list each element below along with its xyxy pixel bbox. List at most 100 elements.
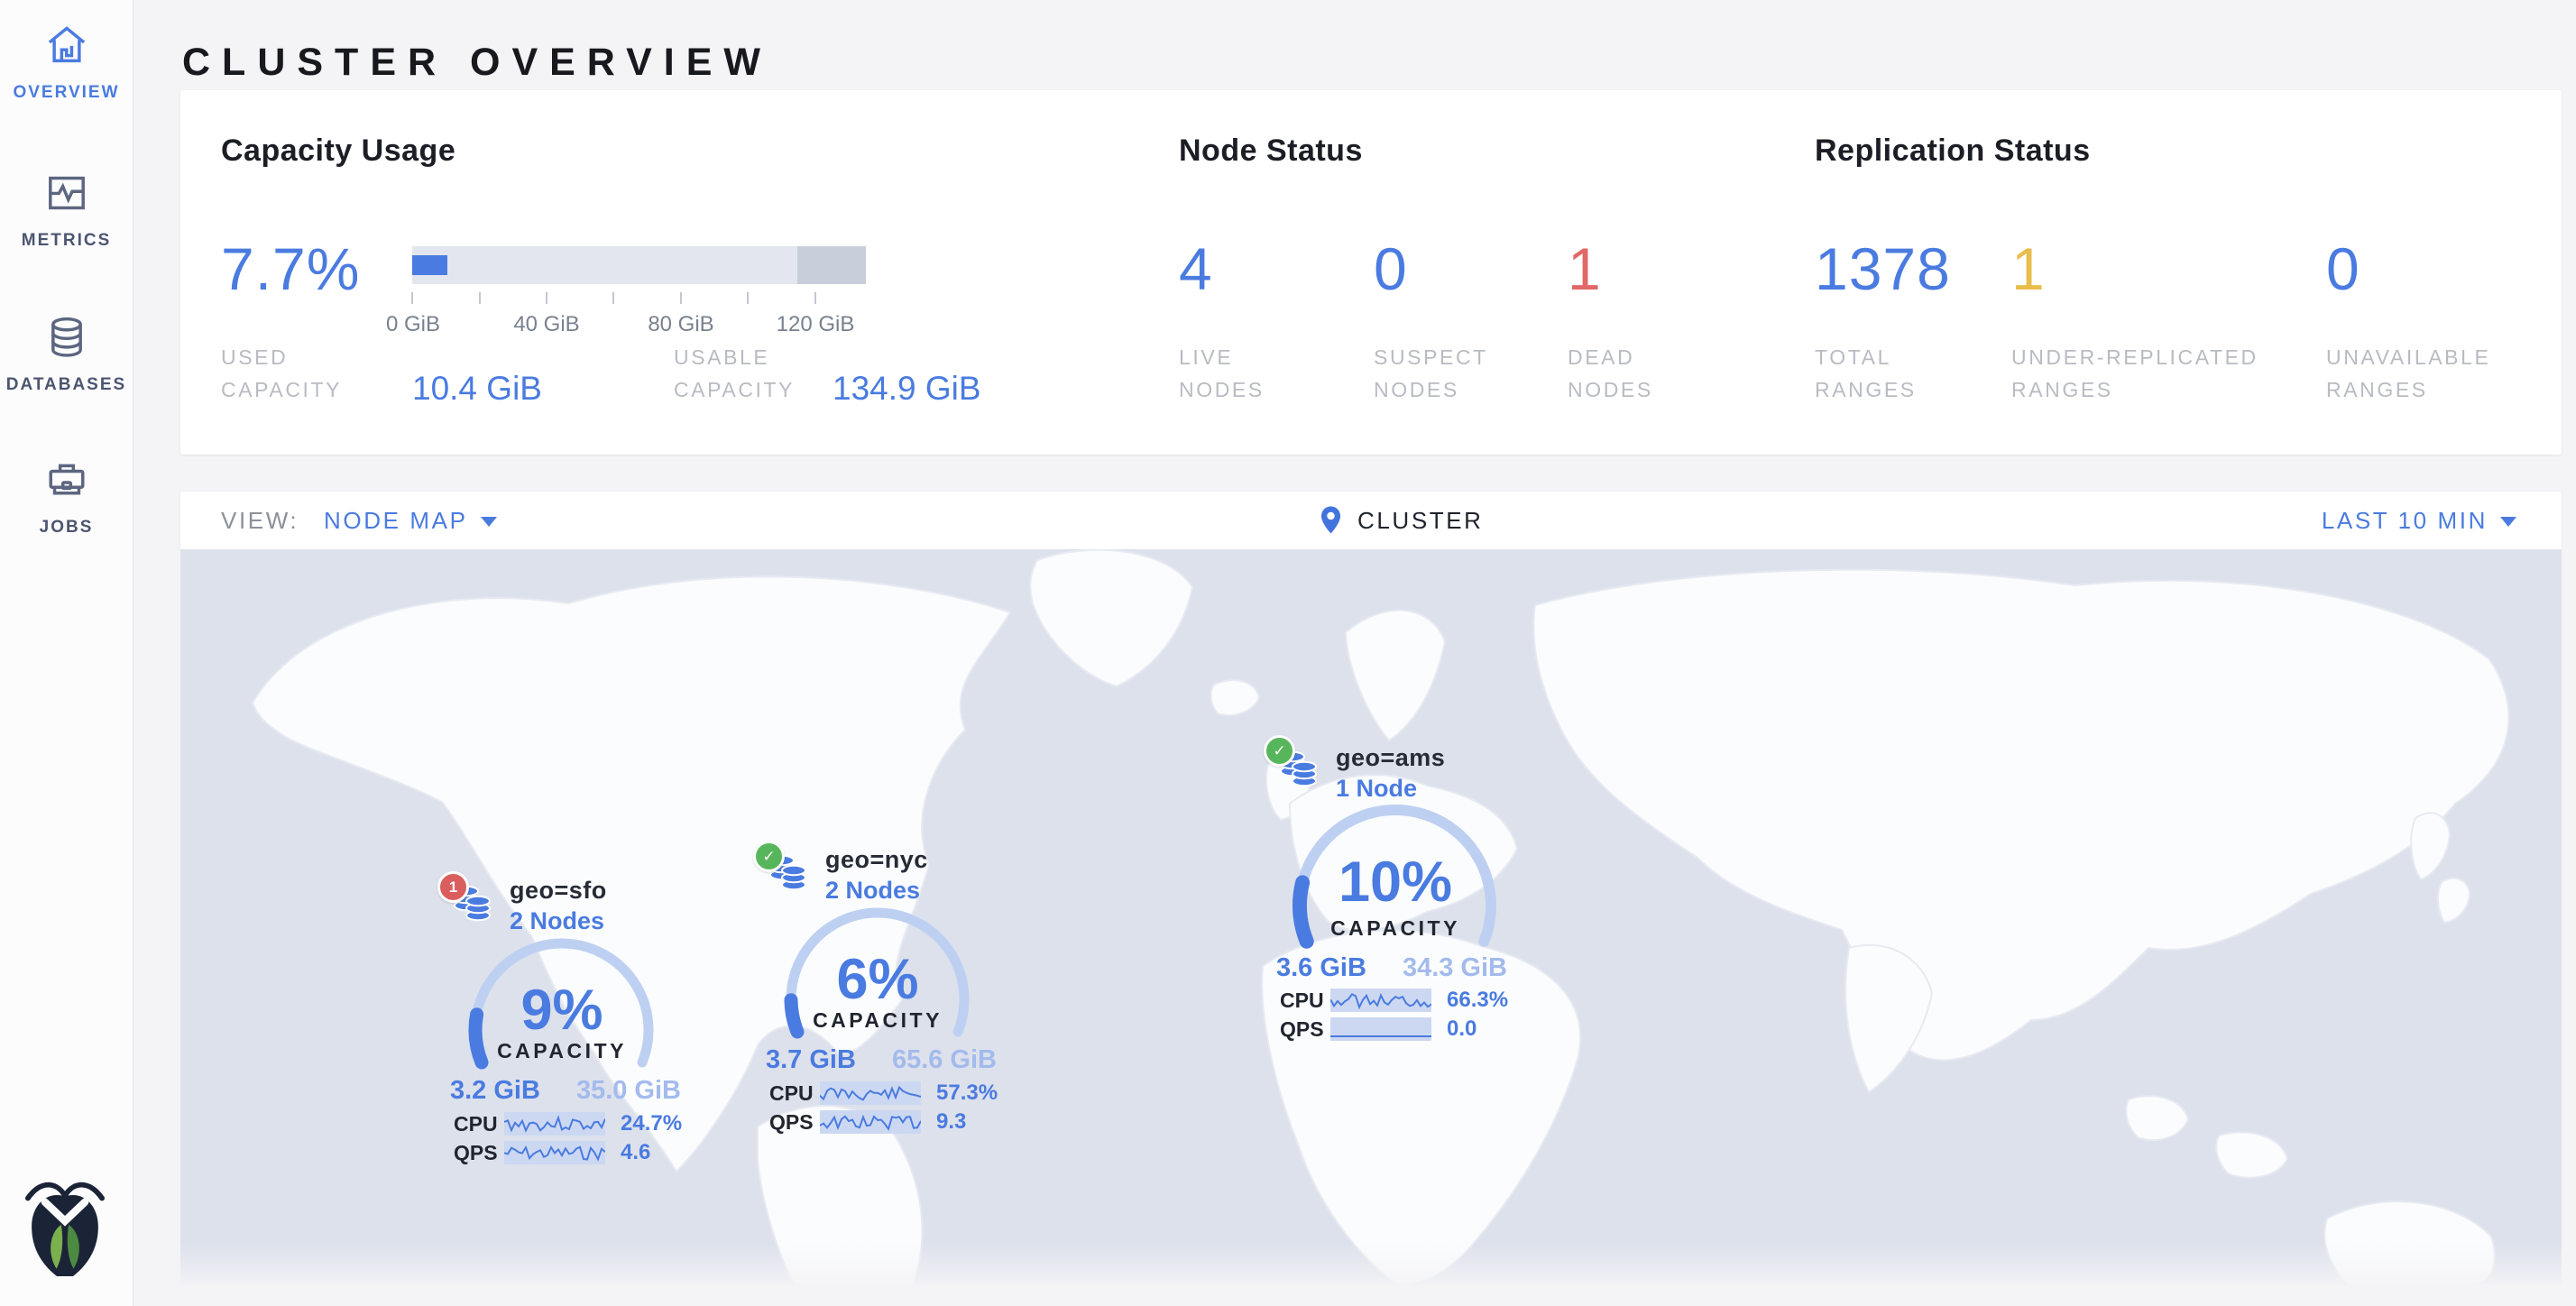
map-toolbar: VIEW: NODE MAP CLUSTER LAST 10 MIN <box>180 492 2562 549</box>
locality-name: geo=ams <box>1336 744 1445 772</box>
live-nodes-count: 4 <box>1179 235 1213 303</box>
unavailable-ranges-count: 0 <box>2326 235 2360 303</box>
view-dropdown[interactable]: NODE MAP <box>324 507 496 534</box>
capacity-values: 3.7 GiB 65.6 GiB <box>766 1045 997 1075</box>
node-map: 1 geo=sfo 2 Nodes 9% CAPACITY <box>180 549 2562 1285</box>
capacity-percent: 7.7% <box>221 235 360 303</box>
axis-tick <box>814 292 816 304</box>
cpu-row: CPU 66.3% <box>1280 988 1509 1013</box>
axis-tick <box>680 292 682 304</box>
axis-tick <box>411 292 413 304</box>
capacity-bar-reserved <box>797 246 866 284</box>
replication-status-title: Replication Status <box>1815 133 2091 169</box>
qps-row: QPS 0.0 <box>1280 1016 1509 1042</box>
total-value: 35.0 GiB <box>576 1076 681 1106</box>
cpu-sparkline <box>504 1112 605 1136</box>
view-label: VIEW: <box>221 507 299 534</box>
locality-marker-ams[interactable]: ✓ geo=ams 1 Node 10% CAPACITY <box>1264 721 1509 1045</box>
capacity-values: 3.2 GiB 35.0 GiB <box>450 1076 681 1106</box>
cpu-value: 24.7% <box>621 1111 682 1136</box>
cockroachdb-logo <box>22 1172 108 1281</box>
cpu-sparkline <box>1330 989 1431 1012</box>
sidebar-item-label: METRICS <box>0 231 133 251</box>
home-icon <box>0 22 133 69</box>
dead-nodes-label: DEADNODES <box>1568 341 1653 406</box>
capacity-usage-title: Capacity Usage <box>221 133 455 169</box>
axis-tick-label: 40 GiB <box>513 312 579 337</box>
capacity-percent: 6% <box>778 947 977 1012</box>
capacity-percent: 9% <box>463 978 661 1043</box>
sidebar-item-label: OVERVIEW <box>0 83 133 103</box>
jobs-icon <box>0 456 133 503</box>
breadcrumb[interactable]: CLUSTER <box>1319 492 1484 549</box>
live-nodes-label: LIVENODES <box>1179 341 1265 406</box>
databases-icon <box>0 314 133 361</box>
time-range-dropdown[interactable]: LAST 10 MIN <box>2322 492 2516 549</box>
locality-name: geo=nyc <box>825 846 928 874</box>
qps-value: 4.6 <box>621 1140 650 1165</box>
locality-marker-nyc[interactable]: ✓ geo=nyc 2 Nodes 6% CAPACITY <box>753 833 998 1145</box>
qps-sparkline <box>1330 1017 1431 1041</box>
under-replicated-ranges-count: 1 <box>2011 235 2046 303</box>
axis-tick-label: 80 GiB <box>648 312 713 337</box>
axis-tick <box>546 292 547 304</box>
usable-capacity-label: USABLE CAPACITY <box>674 341 795 406</box>
capacity-label: CAPACITY <box>778 1008 977 1033</box>
view-selector: VIEW: NODE MAP <box>221 492 497 549</box>
total-ranges-label: TOTALRANGES <box>1815 341 1917 406</box>
sidebar-item-label: DATABASES <box>0 375 133 395</box>
capacity-label: CAPACITY <box>463 1039 661 1063</box>
sidebar-item-jobs[interactable]: JOBS <box>0 456 133 538</box>
under-replicated-ranges-label: UNDER-REPLICATEDRANGES <box>2011 341 2259 406</box>
axis-tick-label: 0 GiB <box>386 312 440 337</box>
chevron-down-icon <box>2500 517 2516 527</box>
capacity-bar-used <box>412 255 447 275</box>
sidebar-item-overview[interactable]: OVERVIEW <box>0 22 133 103</box>
dead-nodes-count: 1 <box>1568 235 1602 303</box>
qps-row: QPS 9.3 <box>769 1109 998 1135</box>
usable-capacity-value: 134.9 GiB <box>833 370 981 408</box>
qps-value: 9.3 <box>936 1109 966 1135</box>
sidebar-item-label: JOBS <box>0 518 133 538</box>
live-node-badge: ✓ <box>753 841 785 872</box>
live-node-badge: ✓ <box>1264 735 1295 767</box>
axis-tick <box>612 292 614 304</box>
qps-row: QPS 4.6 <box>454 1140 683 1165</box>
used-value: 3.6 GiB <box>1276 953 1366 983</box>
cpu-row: CPU 57.3% <box>769 1081 998 1106</box>
axis-tick <box>747 292 749 304</box>
cpu-value: 66.3% <box>1447 988 1508 1013</box>
cpu-sparkline <box>820 1081 921 1105</box>
capacity-bar <box>412 246 866 284</box>
cluster-summary-panel: Capacity Usage 7.7% 0 GiB 40 GiB 80 GiB … <box>180 90 2562 455</box>
chevron-down-icon <box>481 517 497 527</box>
locality-marker-sfo[interactable]: 1 geo=sfo 2 Nodes 9% CAPACITY <box>437 864 683 1176</box>
metrics-icon <box>0 170 133 216</box>
qps-sparkline <box>504 1141 605 1164</box>
total-ranges-count: 1378 <box>1815 235 1951 303</box>
page-title: CLUSTER OVERVIEW <box>182 41 772 85</box>
locality-name: geo=sfo <box>510 877 607 905</box>
cpu-row: CPU 24.7% <box>454 1111 683 1136</box>
sidebar: OVERVIEW METRICS DATABASES <box>0 0 133 1306</box>
breadcrumb-cluster: CLUSTER <box>1357 507 1484 534</box>
capacity-values: 3.6 GiB 34.3 GiB <box>1276 953 1507 983</box>
capacity-percent: 10% <box>1287 850 1504 915</box>
node-status-title: Node Status <box>1179 133 1363 169</box>
used-value: 3.2 GiB <box>450 1076 540 1106</box>
used-capacity-value: 10.4 GiB <box>412 370 542 408</box>
unavailable-ranges-label: UNAVAILABLERANGES <box>2326 341 2490 406</box>
total-value: 65.6 GiB <box>892 1045 997 1075</box>
map-pin-icon <box>1319 505 1343 535</box>
sidebar-item-databases[interactable]: DATABASES <box>0 314 133 395</box>
suspect-nodes-count: 0 <box>1374 235 1408 303</box>
qps-sparkline <box>820 1110 921 1134</box>
total-value: 34.3 GiB <box>1403 953 1507 983</box>
cluster-overview-page: OVERVIEW METRICS DATABASES <box>0 0 2576 1306</box>
dead-node-badge: 1 <box>437 871 469 903</box>
axis-tick <box>479 292 481 304</box>
used-capacity-label: USED CAPACITY <box>221 341 342 406</box>
used-value: 3.7 GiB <box>766 1045 856 1075</box>
sidebar-item-metrics[interactable]: METRICS <box>0 170 133 251</box>
cpu-value: 57.3% <box>936 1081 998 1106</box>
